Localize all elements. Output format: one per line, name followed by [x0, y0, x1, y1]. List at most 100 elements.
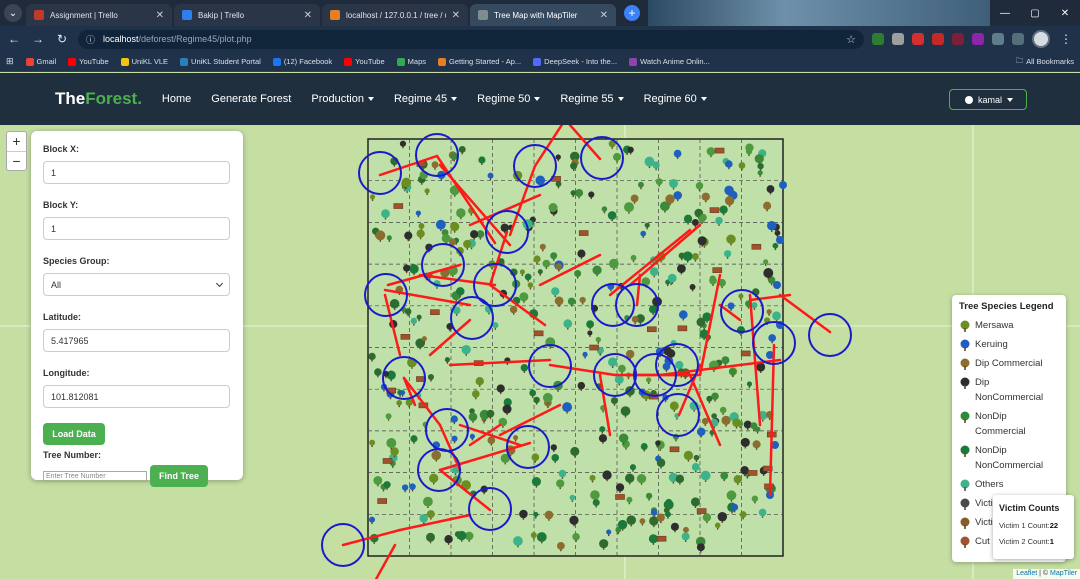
cut-stump-icon: [751, 243, 762, 250]
tree-marker-icon: [673, 149, 682, 158]
find-tree-button[interactable]: Find Tree: [150, 465, 208, 487]
longitude-input[interactable]: 101.812081: [43, 385, 230, 408]
latitude-input[interactable]: 5.417965: [43, 329, 230, 352]
nav-link[interactable]: Regime 50: [477, 93, 541, 105]
side-panel-icon[interactable]: [1012, 33, 1024, 45]
browser-tab[interactable]: localhost / 127.0.0.1 / tree / usr ✕: [322, 4, 468, 26]
user-menu-button[interactable]: kamal: [948, 89, 1027, 110]
browser-tab-strip: ⌄ Assignment | Trello ✕ Bakip | Trello ✕ loc…: [0, 0, 1080, 26]
bookmark-item[interactable]: YouTube: [344, 57, 385, 66]
close-tab-icon[interactable]: ✕: [304, 10, 312, 21]
nav-link[interactable]: Regime 45: [394, 93, 458, 105]
block-x-input[interactable]: 1: [43, 161, 230, 184]
tree-marker-icon: [535, 175, 546, 186]
tree-marker-icon: [531, 453, 540, 462]
tree-marker-icon: [763, 268, 774, 278]
tree-marker-icon: [556, 541, 565, 550]
address-bar[interactable]: ⓘ localhost/deforest/Regime45/plot.php ☆: [78, 29, 864, 49]
tree-marker-icon: [665, 194, 675, 204]
load-data-button[interactable]: Load Data: [43, 423, 105, 445]
bookmark-item[interactable]: Maps: [396, 57, 426, 66]
extension-icon[interactable]: [892, 33, 904, 45]
bookmark-item[interactable]: (12) Facebook: [272, 57, 332, 66]
tree-marker-icon: [766, 185, 775, 193]
close-tab-icon[interactable]: ✕: [452, 10, 460, 21]
close-tab-icon[interactable]: ✕: [600, 10, 608, 21]
bookmark-item[interactable]: Gmail: [25, 57, 56, 66]
tree-marker-icon: [582, 351, 588, 357]
zoom-out-button[interactable]: −: [7, 151, 26, 170]
tree-marker-icon: [776, 236, 784, 244]
new-tab-button[interactable]: +: [624, 5, 640, 21]
tree-marker-icon: [457, 530, 467, 541]
maximize-icon[interactable]: ▢: [1020, 0, 1050, 26]
forward-icon[interactable]: →: [30, 32, 46, 46]
browser-tab[interactable]: Tree Map with MapTiler ✕: [470, 4, 616, 26]
block-y-input[interactable]: 1: [43, 217, 230, 240]
close-window-icon[interactable]: ✕: [1050, 0, 1080, 26]
browser-tab[interactable]: Assignment | Trello ✕: [26, 4, 172, 26]
bookmark-favicon-icon: [344, 57, 353, 66]
tree-marker-icon: [579, 296, 586, 304]
bookmark-item[interactable]: UniKL VLE: [120, 57, 168, 66]
cut-stump-icon: [740, 350, 751, 357]
tree-marker-icon: [617, 364, 626, 373]
bookmark-item[interactable]: YouTube: [68, 57, 109, 66]
tree-marker-icon: [389, 298, 400, 309]
extension-icon[interactable]: [912, 33, 924, 45]
extensions-puzzle-icon[interactable]: [992, 33, 1004, 45]
bookmark-item[interactable]: UniKL Student Portal: [180, 57, 261, 66]
tree-marker-icon: [475, 377, 484, 386]
site-info-icon[interactable]: ⓘ: [86, 33, 95, 46]
extension-icon[interactable]: [972, 33, 984, 45]
tree-marker-icon: [450, 222, 460, 232]
tree-marker-icon: [424, 188, 430, 194]
tree-marker-icon: [444, 535, 453, 544]
zoom-control: + −: [6, 131, 27, 171]
extension-icon[interactable]: [872, 33, 884, 45]
minimize-icon[interactable]: —: [990, 0, 1020, 26]
extension-icon[interactable]: [932, 33, 944, 45]
zoom-in-button[interactable]: +: [7, 132, 26, 151]
browser-menu-icon[interactable]: ⋮: [1058, 32, 1074, 46]
tree-marker-icon: [429, 473, 439, 483]
browser-tab[interactable]: Bakip | Trello ✕: [174, 4, 320, 26]
bookmark-star-icon[interactable]: ☆: [846, 33, 856, 46]
tree-marker-icon: [468, 412, 478, 422]
extension-icon[interactable]: [952, 33, 964, 45]
bookmark-item[interactable]: Watch Anime Onlin...: [629, 57, 710, 66]
maptiler-link[interactable]: MapTiler: [1050, 570, 1077, 577]
nav-link[interactable]: Regime 55: [560, 93, 624, 105]
tree-marker-icon: [589, 474, 596, 481]
tree-marker-icon: [401, 484, 409, 491]
nav-link[interactable]: Home: [162, 93, 191, 105]
reload-icon[interactable]: ↻: [54, 32, 70, 46]
cut-stump-icon: [696, 508, 707, 514]
nav-link[interactable]: Generate Forest: [211, 93, 291, 105]
tree-marker-icon: [551, 287, 560, 296]
tree-marker-icon: [431, 161, 439, 169]
tree-number-input[interactable]: Enter Tree Number: [43, 470, 147, 482]
back-icon[interactable]: ←: [6, 32, 22, 46]
all-bookmarks-folder[interactable]: 🗀 All Bookmarks: [1016, 55, 1074, 68]
nav-link[interactable]: Regime 60: [644, 93, 707, 105]
tree-marker-icon: [655, 178, 663, 186]
species-group-select[interactable]: All: [43, 273, 230, 296]
tree-marker-icon: [644, 156, 655, 167]
leaflet-link[interactable]: Leaflet: [1016, 570, 1037, 577]
tree-marker-icon: [629, 464, 637, 471]
tree-marker-icon: [404, 231, 413, 240]
close-tab-icon[interactable]: ✕: [156, 10, 164, 21]
bookmark-item[interactable]: DeepSeek - Into the...: [533, 57, 617, 66]
tree-marker-icon: [544, 510, 554, 520]
bookmark-item[interactable]: Getting Started - Ap...: [438, 57, 521, 66]
tree-marker-icon: [598, 434, 608, 443]
profile-avatar[interactable]: [1032, 30, 1050, 48]
tree-marker-icon: [683, 214, 693, 224]
brand-logo[interactable]: TheForest.: [55, 89, 142, 109]
folder-icon: 🗀: [1015, 56, 1024, 65]
nav-link[interactable]: Production: [311, 93, 374, 105]
apps-grid-icon[interactable]: ⊞: [6, 56, 14, 67]
tab-search-icon[interactable]: ⌄: [4, 4, 22, 22]
tree-marker-icon: [751, 495, 759, 502]
